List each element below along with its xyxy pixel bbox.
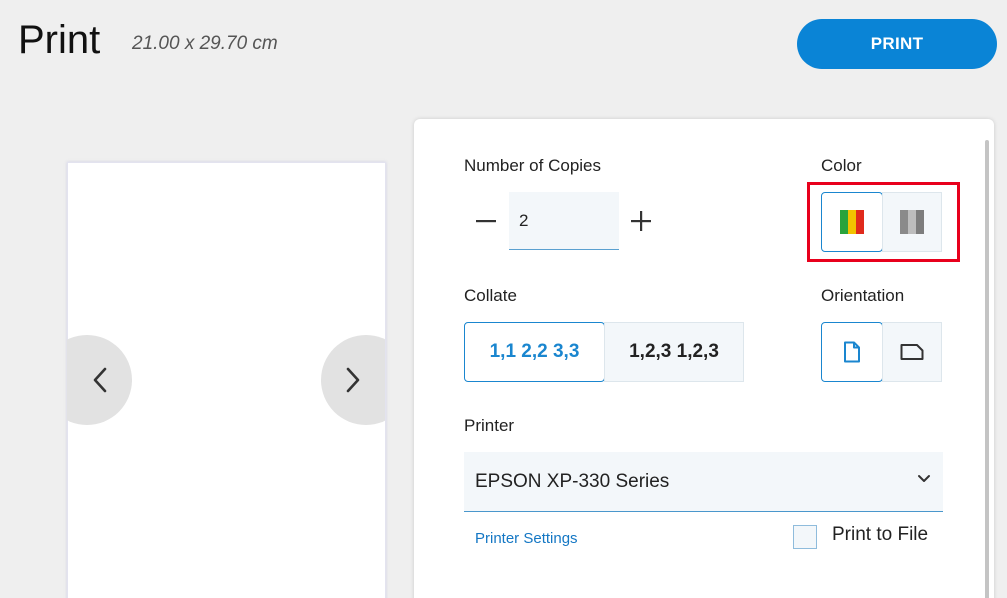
decrement-copies-button[interactable]	[471, 206, 501, 236]
color-toggle	[821, 192, 942, 252]
printer-selected-value: EPSON XP-330 Series	[475, 470, 670, 492]
chevron-right-icon	[346, 367, 360, 393]
page-title: Print	[18, 18, 101, 62]
color-bars-icon	[840, 210, 864, 234]
grayscale-option[interactable]	[882, 192, 942, 252]
print-to-file-label[interactable]: Print to File	[832, 524, 928, 546]
collate-option-uncollated[interactable]: 1,2,3 1,2,3	[604, 322, 744, 382]
minus-icon	[476, 220, 496, 223]
orientation-toggle	[821, 322, 942, 382]
portrait-option[interactable]	[821, 322, 883, 382]
print-dialog: Print 21.00 x 29.70 cm PRINT Number of C…	[0, 0, 1007, 598]
copies-input[interactable]	[509, 192, 619, 250]
increment-copies-button[interactable]	[626, 206, 656, 236]
orientation-label: Orientation	[821, 286, 905, 305]
print-to-file-checkbox[interactable]	[793, 525, 817, 549]
copies-label: Number of Copies	[464, 156, 602, 175]
color-option[interactable]	[821, 192, 883, 252]
printer-select[interactable]: EPSON XP-330 Series	[464, 452, 943, 512]
collate-option-collated[interactable]: 1,1 2,2 3,3	[464, 322, 605, 382]
printer-settings-link[interactable]: Printer Settings	[475, 530, 578, 547]
panel-scrollbar[interactable]	[985, 140, 989, 598]
color-label: Color	[821, 156, 862, 175]
portrait-page-icon	[844, 341, 860, 363]
collate-label: Collate	[464, 286, 517, 305]
collate-option-label: 1,1 2,2 3,3	[489, 341, 580, 362]
collate-option-label: 1,2,3 1,2,3	[629, 341, 719, 362]
plus-icon	[631, 211, 651, 231]
collate-toggle: 1,1 2,2 3,3 1,2,3 1,2,3	[464, 322, 744, 382]
grayscale-bars-icon	[900, 210, 924, 234]
chevron-down-icon	[918, 475, 930, 482]
previous-page-button[interactable]	[67, 335, 132, 425]
print-button[interactable]: PRINT	[797, 19, 997, 69]
landscape-option[interactable]	[882, 322, 942, 382]
paper-size-label: 21.00 x 29.70 cm	[132, 33, 278, 54]
next-page-button[interactable]	[321, 335, 385, 425]
landscape-page-icon	[900, 344, 924, 360]
printer-label: Printer	[464, 416, 515, 435]
chevron-left-icon	[93, 367, 107, 393]
